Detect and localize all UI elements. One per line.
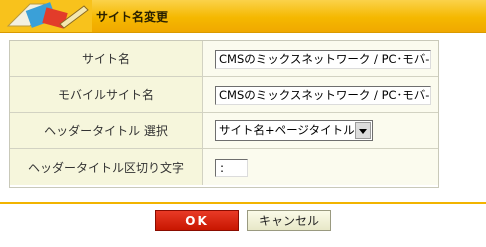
site-name-input[interactable]: CMSのミックスネットワーク / PC･モバ- — [215, 50, 431, 69]
footer-divider — [0, 202, 486, 204]
separator-label: ヘッダータイトル区切り文字 — [10, 149, 203, 185]
form-row-mobile-site-name: モバイルサイト名 CMSのミックスネットワーク / PC･モバ- — [10, 77, 438, 113]
page-title: サイト名変更 — [96, 10, 169, 24]
site-name-label: サイト名 — [10, 41, 203, 76]
form-row-site-name: サイト名 CMSのミックスネットワーク / PC･モバ- — [10, 41, 438, 77]
form-row-header-title-select: ヘッダータイトル 選択 サイト名+ページタイトル — [10, 113, 438, 149]
mobile-site-name-input[interactable]: CMSのミックスネットワーク / PC･モバ- — [215, 86, 431, 105]
header-title-select[interactable]: サイト名+ページタイトル — [215, 120, 373, 141]
form-row-separator: ヘッダータイトル区切り文字 : — [10, 149, 438, 185]
mobile-site-name-label: モバイルサイト名 — [10, 77, 203, 112]
ok-button[interactable]: OK — [155, 210, 239, 231]
header-bar: サイト名変更 — [0, 0, 486, 33]
header-title-select-value: サイト名+ページタイトル — [219, 123, 355, 137]
dropdown-arrow-icon[interactable] — [355, 122, 371, 139]
site-name-form: サイト名 CMSのミックスネットワーク / PC･モバ- モバイルサイト名 CM… — [9, 40, 439, 188]
header-title-select-label: ヘッダータイトル 選択 — [10, 113, 203, 148]
cancel-button[interactable]: キャンセル — [247, 210, 331, 231]
separator-input[interactable]: : — [215, 159, 248, 177]
pencil-notebook-icon — [0, 0, 92, 32]
